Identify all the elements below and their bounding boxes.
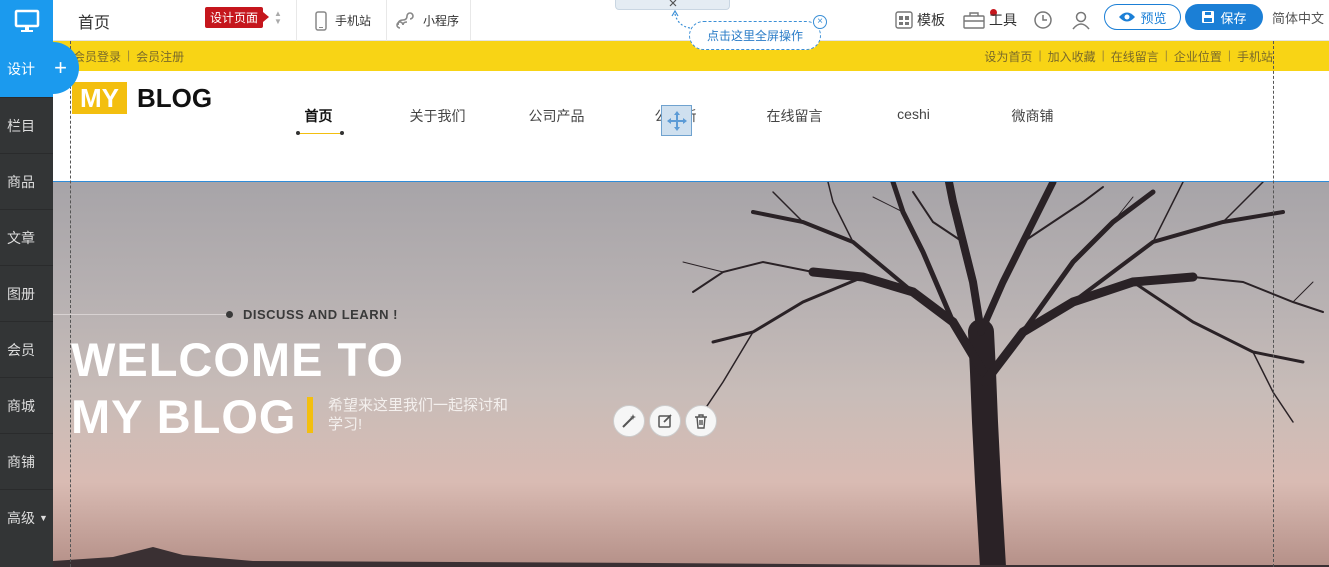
design-canvas: 会员登录 | 会员注册 设为首页 | 加入收藏 | 在线留言 | 企业位置 | … [53, 41, 1329, 567]
hero-title-line2: MY BLOG [71, 390, 297, 443]
nav-item-products[interactable]: 公司产品 [497, 106, 616, 126]
set-homepage-link[interactable]: 设为首页 [984, 48, 1032, 65]
preview-button[interactable]: 预览 [1104, 4, 1181, 30]
sort-arrows-icon[interactable]: ▲ ▼ [274, 10, 282, 26]
hero-kicker: DISCUSS AND LEARN ! [243, 307, 398, 322]
hero-title-line1: WELCOME TO [71, 333, 404, 386]
online-message-link[interactable]: 在线留言 [1111, 48, 1159, 65]
site-header: MY BLOG 首页 关于我们 公司产品 公司新 在线留言 ceshi 微商铺 [53, 71, 1329, 182]
member-register-link[interactable]: 会员注册 [136, 48, 184, 65]
sidebar-item-articles[interactable]: 文章 [0, 209, 53, 265]
save-label: 保存 [1220, 10, 1247, 26]
sidebar-item-mall[interactable]: 商城 [0, 377, 53, 433]
sidebar-item-shop[interactable]: 商铺 [0, 433, 53, 489]
nav-active-indicator [296, 131, 344, 135]
nav-item-ceshi[interactable]: ceshi [854, 106, 973, 126]
trash-icon[interactable] [685, 405, 717, 437]
template-button[interactable]: 模板 [895, 6, 997, 34]
tip-pointer-arrow-icon [671, 10, 691, 29]
mini-program-icon [396, 11, 414, 29]
fullscreen-tip[interactable]: 点击这里全屏操作 × [689, 15, 827, 50]
save-icon [1202, 11, 1215, 23]
content-guide-left [70, 41, 71, 567]
template-icon [895, 11, 913, 29]
template-label: 模板 [917, 12, 945, 28]
sidebar-item-advanced[interactable]: 高级 ▼ [0, 489, 53, 545]
hero-kicker-dot [226, 311, 233, 318]
sidebar-item-members[interactable]: 会员 [0, 321, 53, 377]
history-clock-icon[interactable] [1033, 6, 1055, 34]
design-page-badge: 设计页面 [205, 7, 270, 28]
close-icon[interactable]: × [813, 15, 827, 29]
hero-kicker-line [53, 314, 227, 315]
collapse-toolbar-button[interactable] [615, 0, 730, 10]
site-logo[interactable]: MY BLOG [72, 82, 212, 114]
member-login-link[interactable]: 会员登录 [73, 48, 121, 65]
eye-icon [1119, 12, 1136, 22]
hero-accent-bar [307, 397, 313, 433]
tools-button[interactable]: 工具 [963, 6, 1017, 34]
magic-wand-icon[interactable] [613, 405, 645, 437]
logo-my: MY [72, 82, 127, 114]
mini-program-button[interactable]: 小程序 [387, 0, 471, 41]
nav-item-home[interactable]: 首页 [259, 106, 378, 135]
language-selector[interactable]: 简体中文 [1272, 0, 1324, 34]
member-links: 会员登录 | 会员注册 [73, 48, 185, 65]
caret-down-icon: ▼ [39, 512, 48, 523]
sidebar-item-columns[interactable]: 栏目 [0, 97, 53, 153]
hill-silhouette-image [53, 547, 1329, 567]
close-icon [669, 0, 676, 7]
sidebar-item-label: 高级 [7, 509, 35, 526]
fullscreen-tip-label: 点击这里全屏操作 [706, 29, 803, 43]
preview-label: 预览 [1140, 10, 1167, 26]
sidebar-item-albums[interactable]: 图册 [0, 265, 53, 321]
toolbox-icon [963, 12, 985, 29]
site-top-bar: 会员登录 | 会员注册 设为首页 | 加入收藏 | 在线留言 | 企业位置 | … [53, 41, 1329, 71]
logo-blog: BLOG [137, 82, 213, 113]
move-handle-icon[interactable] [661, 105, 692, 136]
phone-icon [315, 10, 327, 31]
utility-links: 设为首页 | 加入收藏 | 在线留言 | 企业位置 | 手机站 [984, 48, 1273, 65]
module-edit-tools [613, 405, 717, 437]
nav-item-about[interactable]: 关于我们 [378, 106, 497, 126]
content-guide-right [1273, 41, 1274, 567]
hero-banner[interactable]: DISCUSS AND LEARN ! WELCOME TO MY BLOG 希… [53, 182, 1329, 567]
mobile-site-link[interactable]: 手机站 [1237, 48, 1273, 65]
add-favorite-link[interactable]: 加入收藏 [1048, 48, 1096, 65]
mobile-site-label: 手机站 [335, 14, 372, 28]
save-button[interactable]: 保存 [1185, 4, 1263, 30]
nav-item-micro-shop[interactable]: 微商铺 [973, 106, 1092, 126]
user-icon[interactable] [1071, 6, 1093, 34]
mini-program-label: 小程序 [423, 14, 460, 28]
tree-silhouette-image [682, 182, 1324, 567]
tools-label: 工具 [989, 12, 1017, 28]
monitor-icon[interactable] [0, 0, 53, 41]
mobile-site-button[interactable]: 手机站 [297, 0, 387, 41]
page-name: 首页 [78, 14, 111, 32]
sidebar-item-products[interactable]: 商品 [0, 153, 53, 209]
edit-icon[interactable] [649, 405, 681, 437]
nav-item-message[interactable]: 在线留言 [735, 106, 854, 126]
hero-subtitle: 希望来这里我们一起探讨和学习! [328, 397, 509, 433]
company-location-link[interactable]: 企业位置 [1174, 48, 1222, 65]
